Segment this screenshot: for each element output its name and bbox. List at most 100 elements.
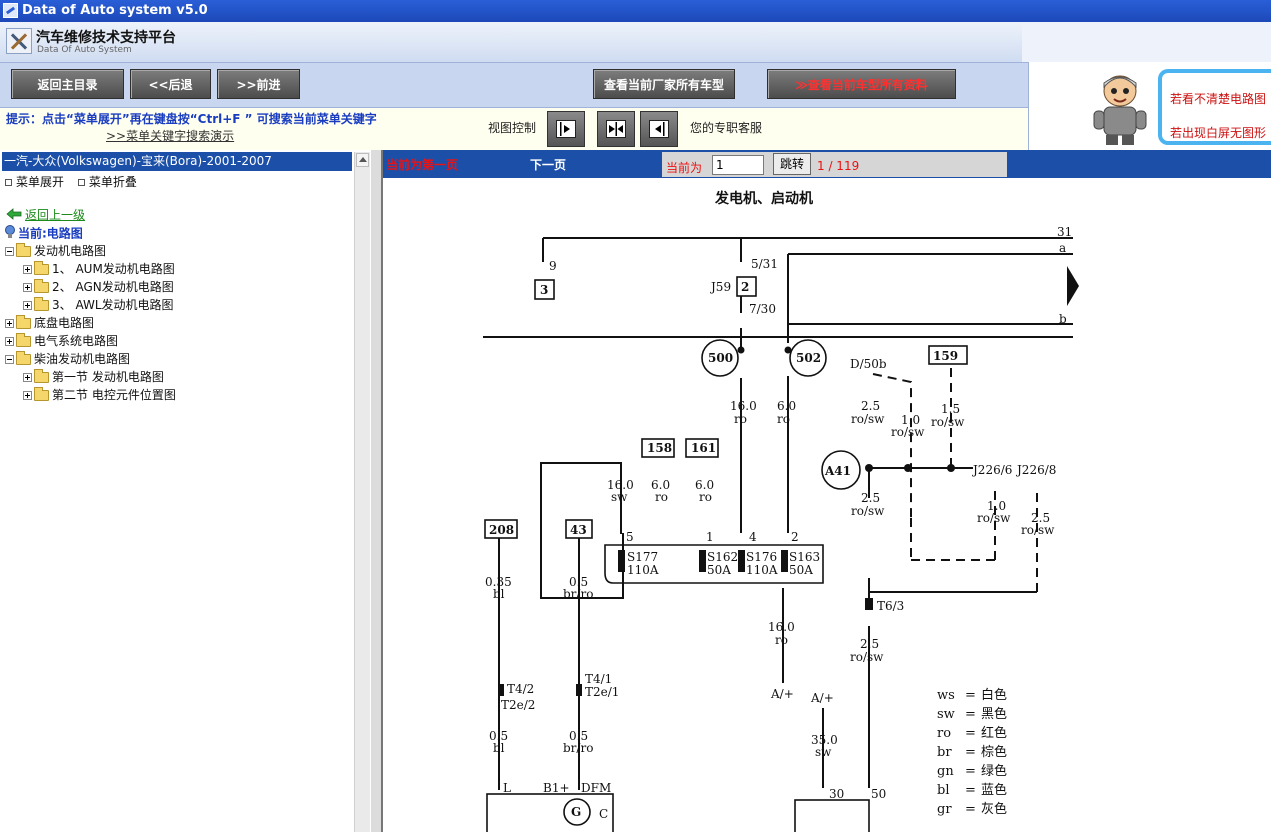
svg-text:50A: 50A xyxy=(707,563,731,577)
menu-expand-label: 菜单展开 xyxy=(16,175,65,189)
tree-node-chassis[interactable]: 底盘电路图 xyxy=(5,315,94,331)
svg-text:3: 3 xyxy=(540,283,548,297)
view-expand-left-button[interactable] xyxy=(640,111,678,147)
forward-button[interactable]: >>前进 xyxy=(217,69,300,99)
expand-plus-icon[interactable] xyxy=(23,265,32,274)
svg-text:31: 31 xyxy=(1057,225,1072,239)
view-split-button[interactable] xyxy=(597,111,635,147)
svg-text:=: = xyxy=(965,745,976,760)
frame-divider[interactable] xyxy=(371,150,383,832)
all-model-data-button[interactable]: ≫查看当前车型所有资料 xyxy=(767,69,956,99)
expand-plus-icon[interactable] xyxy=(23,373,32,382)
svg-text:1: 1 xyxy=(706,530,714,544)
tree-node-engine-diagrams[interactable]: 发动机电路图 xyxy=(5,243,106,259)
svg-text:S177: S177 xyxy=(627,550,658,564)
svg-text:110A: 110A xyxy=(746,563,778,577)
wiring-diagram-svg: 发电机、启动机 31ab 93 5/31J59 2 7/30 500 502 16.… xyxy=(483,190,1079,835)
svg-text:G: G xyxy=(571,805,581,819)
legend-code: gr xyxy=(937,802,952,817)
wrench-logo-icon xyxy=(6,28,32,54)
svg-text:br/ro: br/ro xyxy=(563,587,593,601)
expand-plus-icon[interactable] xyxy=(23,301,32,310)
folder-icon xyxy=(34,369,49,383)
search-demo-link[interactable]: >>菜单关键字搜索演示 xyxy=(106,127,234,144)
svg-text:=: = xyxy=(965,707,976,722)
main-menu-button[interactable]: 返回主目录 xyxy=(11,69,124,99)
search-hint: 提示：点击“菜单展开”再在键盘按“Ctrl+F ” 可搜索当前菜单关键字 xyxy=(6,112,377,126)
current-label: 当前:电路图 xyxy=(18,226,83,241)
svg-text:159: 159 xyxy=(933,349,958,363)
window-title: Data of Auto system v5.0 xyxy=(22,3,208,18)
mechanic-mascot-icon xyxy=(1090,69,1152,147)
svg-text:ro: ro xyxy=(777,412,790,426)
svg-text:4: 4 xyxy=(749,530,757,544)
scroll-up-icon[interactable] xyxy=(356,153,369,167)
back-button[interactable]: <<后退 xyxy=(130,69,211,99)
svg-text:b: b xyxy=(1059,312,1067,326)
svg-text:T2e/1: T2e/1 xyxy=(585,685,619,699)
brand-name: 汽车维修技术支持平台 xyxy=(36,30,176,46)
expand-plus-icon[interactable] xyxy=(5,319,14,328)
folder-icon xyxy=(16,315,31,329)
svg-text:502: 502 xyxy=(796,351,821,365)
current-location: 当前:电路图 xyxy=(5,225,83,243)
svg-text:9: 9 xyxy=(549,259,557,273)
arrows-collapse-icon xyxy=(606,120,626,138)
expand-plus-icon[interactable] xyxy=(23,283,32,292)
svg-text:ro/sw: ro/sw xyxy=(931,415,965,429)
folder-icon xyxy=(34,279,49,293)
folder-icon xyxy=(16,333,31,347)
diagram-title: 发电机、启动机 xyxy=(714,190,813,207)
svg-text:A/+: A/+ xyxy=(770,687,794,701)
pager-bar-right xyxy=(1007,150,1271,178)
svg-text:A41: A41 xyxy=(824,464,851,478)
collapse-minus-icon[interactable] xyxy=(5,355,14,364)
page-total: 1 / 119 xyxy=(817,159,860,173)
color-legend: ws = 白色 sw = 黑色 ro = 红色 br = 棕色 gn = 绿色 bl = 蓝色 gr = 灰… xyxy=(937,687,1007,817)
legend-code: gn xyxy=(937,764,954,779)
tree-node-diesel-section-2[interactable]: 第二节 电控元件位置图 xyxy=(23,387,176,403)
header-right-area xyxy=(1022,24,1271,62)
svg-text:S163: S163 xyxy=(789,550,820,564)
svg-text:J226/6: J226/6 xyxy=(971,463,1012,477)
tree-node-diesel-section-1[interactable]: 第一节 发动机电路图 xyxy=(23,369,164,385)
page-number-input[interactable] xyxy=(712,155,764,175)
svg-text:5/31: 5/31 xyxy=(751,257,778,271)
svg-text:T4/1: T4/1 xyxy=(585,672,612,686)
svg-text:43: 43 xyxy=(570,523,587,537)
tree-node-diesel[interactable]: 柴油发动机电路图 xyxy=(5,351,130,367)
svg-text:L: L xyxy=(503,781,511,795)
tree-node-aum[interactable]: 1、 AUM发动机电路图 xyxy=(23,261,175,277)
menu-collapse-label: 菜单折叠 xyxy=(88,175,137,189)
sidebar-scrollbar[interactable] xyxy=(354,152,370,832)
collapse-minus-icon[interactable] xyxy=(5,247,14,256)
first-page-indicator: 当前为第一页 xyxy=(386,158,459,172)
ad-line-1[interactable]: 若看不清楚电路图 xyxy=(1170,90,1266,107)
svg-text:2: 2 xyxy=(741,280,749,294)
expand-plus-icon[interactable] xyxy=(5,337,14,346)
tree-node-awl[interactable]: 3、 AWL发动机电路图 xyxy=(23,297,174,313)
green-arrow-left-icon xyxy=(6,207,22,224)
go-button[interactable]: 跳转 xyxy=(773,153,811,175)
current-models-button[interactable]: 查看当前厂家所有车型 xyxy=(593,69,735,99)
folder-icon xyxy=(34,297,49,311)
svg-text:A/+: A/+ xyxy=(810,691,834,705)
svg-text:sw: sw xyxy=(815,745,832,759)
tree-node-agn[interactable]: 2、 AGN发动机电路图 xyxy=(23,279,174,295)
svg-text:=: = xyxy=(965,688,976,703)
svg-text:=: = xyxy=(965,726,976,741)
brand-subtitle: Data Of Auto System xyxy=(37,45,132,55)
legend-name: 白色 xyxy=(981,687,1007,703)
tree-node-electrical[interactable]: 电气系统电路图 xyxy=(5,333,118,349)
next-page-link[interactable]: 下一页 xyxy=(530,156,566,173)
svg-text:T6/3: T6/3 xyxy=(877,599,904,613)
svg-text:sw: sw xyxy=(611,490,628,504)
svg-text:=: = xyxy=(965,764,976,779)
expand-plus-icon[interactable] xyxy=(23,391,32,400)
tree-node-label: 电气系统电路图 xyxy=(34,334,119,348)
view-expand-right-button[interactable] xyxy=(547,111,585,147)
menu-expand-button[interactable]: 菜单展开 xyxy=(5,175,64,189)
back-up-link[interactable]: 返回上一级 xyxy=(6,207,85,224)
ad-line-2[interactable]: 若出现白屏无图形 xyxy=(1170,124,1266,141)
menu-collapse-button[interactable]: 菜单折叠 xyxy=(77,175,137,189)
